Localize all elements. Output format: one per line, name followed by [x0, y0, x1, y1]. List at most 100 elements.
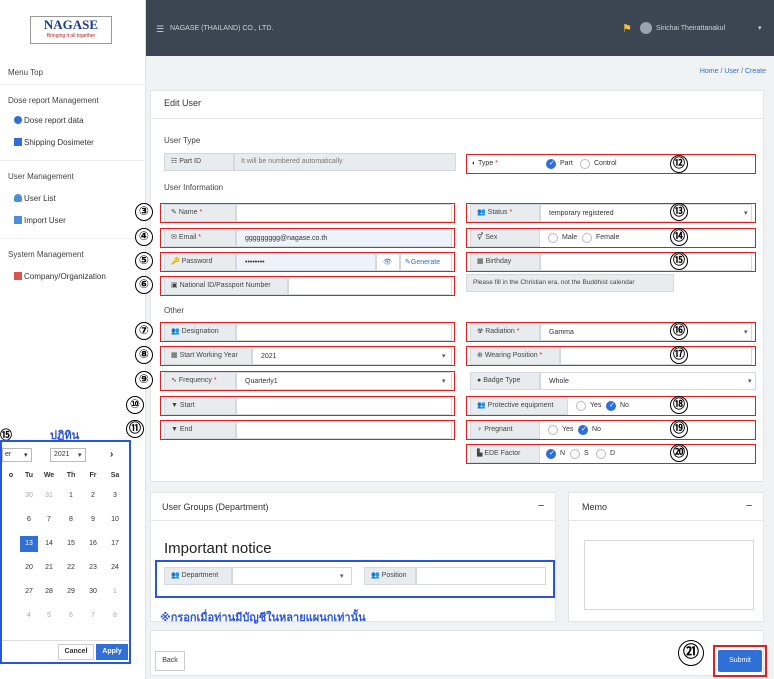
designation-input[interactable] — [236, 323, 452, 341]
calendar-day[interactable]: 22 — [62, 564, 80, 571]
name-input[interactable] — [236, 204, 452, 222]
calendar-cancel-button[interactable]: Cancel — [58, 644, 94, 660]
start-label-text: Start — [179, 402, 195, 409]
back-button[interactable]: Back — [155, 651, 185, 671]
ede-s-radio[interactable] — [570, 449, 580, 459]
sidebar-item-shipping-dosimeter[interactable]: Shipping Dosimeter — [24, 138, 94, 147]
sex-male-radio[interactable] — [548, 233, 558, 243]
calendar-day[interactable]: 8 — [106, 612, 124, 619]
type-part-radio[interactable] — [546, 159, 556, 169]
sidebar-menu-top[interactable]: Menu Top — [8, 68, 43, 77]
badge-type-select[interactable]: Whole — [540, 372, 756, 390]
calendar-day[interactable]: 30 — [20, 492, 38, 499]
ede-n-radio[interactable] — [546, 449, 556, 459]
annotation-number-7: ⑦ — [135, 322, 153, 340]
menu-toggle-icon[interactable]: ☰ — [156, 24, 164, 35]
next-month-icon[interactable]: › — [110, 449, 113, 460]
collapse-icon[interactable]: − — [746, 500, 752, 512]
calendar-day[interactable]: 6 — [20, 516, 38, 523]
password-input[interactable]: •••••••• — [236, 253, 376, 271]
calendar-day[interactable]: 28 — [40, 588, 58, 595]
calendar-day[interactable]: 23 — [84, 564, 102, 571]
sex-female-radio[interactable] — [582, 233, 592, 243]
divider — [0, 160, 146, 161]
divider — [2, 640, 129, 641]
sidebar-item-import-user[interactable]: Import User — [24, 216, 66, 225]
show-password-button[interactable]: 👁 — [376, 253, 400, 271]
weekday-sa: Sa — [110, 472, 120, 479]
calendar-day[interactable]: 3 — [106, 492, 124, 499]
pregnant-no-radio[interactable] — [578, 425, 588, 435]
radiation-select[interactable]: Gamma — [540, 323, 752, 341]
calendar-day[interactable]: 1 — [106, 588, 124, 595]
email-input[interactable]: ggggggggg@nagase.co.th — [236, 229, 452, 247]
sidebar-item-dose-report-data[interactable]: Dose report data — [24, 116, 84, 125]
generate-button[interactable]: ✎Generate — [400, 253, 452, 271]
ede-n-label: N — [560, 450, 566, 457]
frequency-select[interactable]: Quarterly1 — [236, 372, 452, 390]
calendar-day[interactable]: 2 — [84, 492, 102, 499]
sidebar-item-company-organization[interactable]: Company/Organization — [24, 272, 106, 281]
calendar-day[interactable]: 10 — [106, 516, 124, 523]
annotation-number-10: ⑩ — [126, 396, 144, 414]
calendar-day[interactable]: 24 — [106, 564, 124, 571]
wearing-position-input[interactable] — [560, 347, 752, 365]
calendar-day[interactable]: 30 — [84, 588, 102, 595]
department-select[interactable] — [232, 567, 352, 585]
calendar-day[interactable]: 21 — [40, 564, 58, 571]
start-input[interactable] — [236, 397, 452, 415]
sex-male-label: Male — [562, 234, 578, 241]
calendar-day[interactable]: 7 — [84, 612, 102, 619]
sidebar-section-system: System Management — [8, 250, 84, 259]
calendar-day[interactable]: 1 — [62, 492, 80, 499]
collapse-icon[interactable]: − — [538, 500, 544, 512]
end-input[interactable] — [236, 421, 452, 439]
notification-icon[interactable]: ⚑ — [622, 22, 632, 35]
calendar-day-selected[interactable]: 13 — [20, 536, 38, 552]
birthday-input[interactable] — [540, 253, 752, 271]
protective-no-radio[interactable] — [606, 401, 616, 411]
calendar-apply-button[interactable]: Apply — [96, 644, 128, 660]
calendar-day[interactable]: 31 — [40, 492, 58, 499]
user-dropdown-icon[interactable]: ▾ — [758, 24, 762, 32]
calendar-day[interactable]: 17 — [106, 540, 124, 547]
calendar-day[interactable]: 14 — [40, 540, 58, 547]
calendar-day[interactable]: 27 — [20, 588, 38, 595]
radiation-label: ☢ Radiation * — [470, 323, 540, 341]
calendar-day[interactable]: 29 — [62, 588, 80, 595]
logo[interactable]: NAGASE Bringing it all together — [30, 16, 112, 44]
calendar-day[interactable]: 4 — [20, 612, 38, 619]
calendar-day[interactable]: 5 — [40, 612, 58, 619]
calendar-day[interactable]: 16 — [84, 540, 102, 547]
national-id-input[interactable] — [288, 277, 452, 295]
month-value: er — [5, 451, 12, 458]
calendar-day[interactable]: 15 — [62, 540, 80, 547]
part-id-label: ☷ Part ID — [164, 153, 234, 171]
radiation-icon: ☢ — [477, 328, 486, 335]
submit-button[interactable]: Submit — [718, 650, 762, 672]
user-groups-title: User Groups (Department) — [162, 502, 269, 512]
sidebar-item-user-list[interactable]: User List — [24, 194, 56, 203]
calendar-day[interactable]: 7 — [40, 516, 58, 523]
ede-factor-label: ▙ EDE Factor — [470, 445, 540, 463]
calendar-day[interactable]: 20 — [20, 564, 38, 571]
type-control-radio[interactable] — [580, 159, 590, 169]
calendar-day[interactable]: 6 — [62, 612, 80, 619]
status-select[interactable]: temporary registered — [540, 204, 752, 222]
pregnant-yes-radio[interactable] — [548, 425, 558, 435]
avatar[interactable] — [640, 22, 652, 34]
position-input[interactable] — [416, 567, 546, 585]
badge-type-label: ● Badge Type — [470, 372, 540, 390]
designation-label: 👥 Designation — [164, 323, 236, 341]
envelope-icon: ✉ — [171, 234, 179, 241]
protective-yes-radio[interactable] — [576, 401, 586, 411]
calendar-day[interactable]: 9 — [84, 516, 102, 523]
start-year-select[interactable]: 2021 — [252, 347, 452, 365]
breadcrumb[interactable]: Home / User / Create — [700, 68, 766, 75]
memo-textarea[interactable] — [584, 540, 754, 610]
user-name[interactable]: Sirichai Theirattanakul — [656, 25, 725, 32]
calendar-icon: ▦ — [171, 352, 180, 359]
calendar-day[interactable]: 8 — [62, 516, 80, 523]
name-label-text: Name — [178, 209, 198, 216]
ede-d-radio[interactable] — [596, 449, 606, 459]
